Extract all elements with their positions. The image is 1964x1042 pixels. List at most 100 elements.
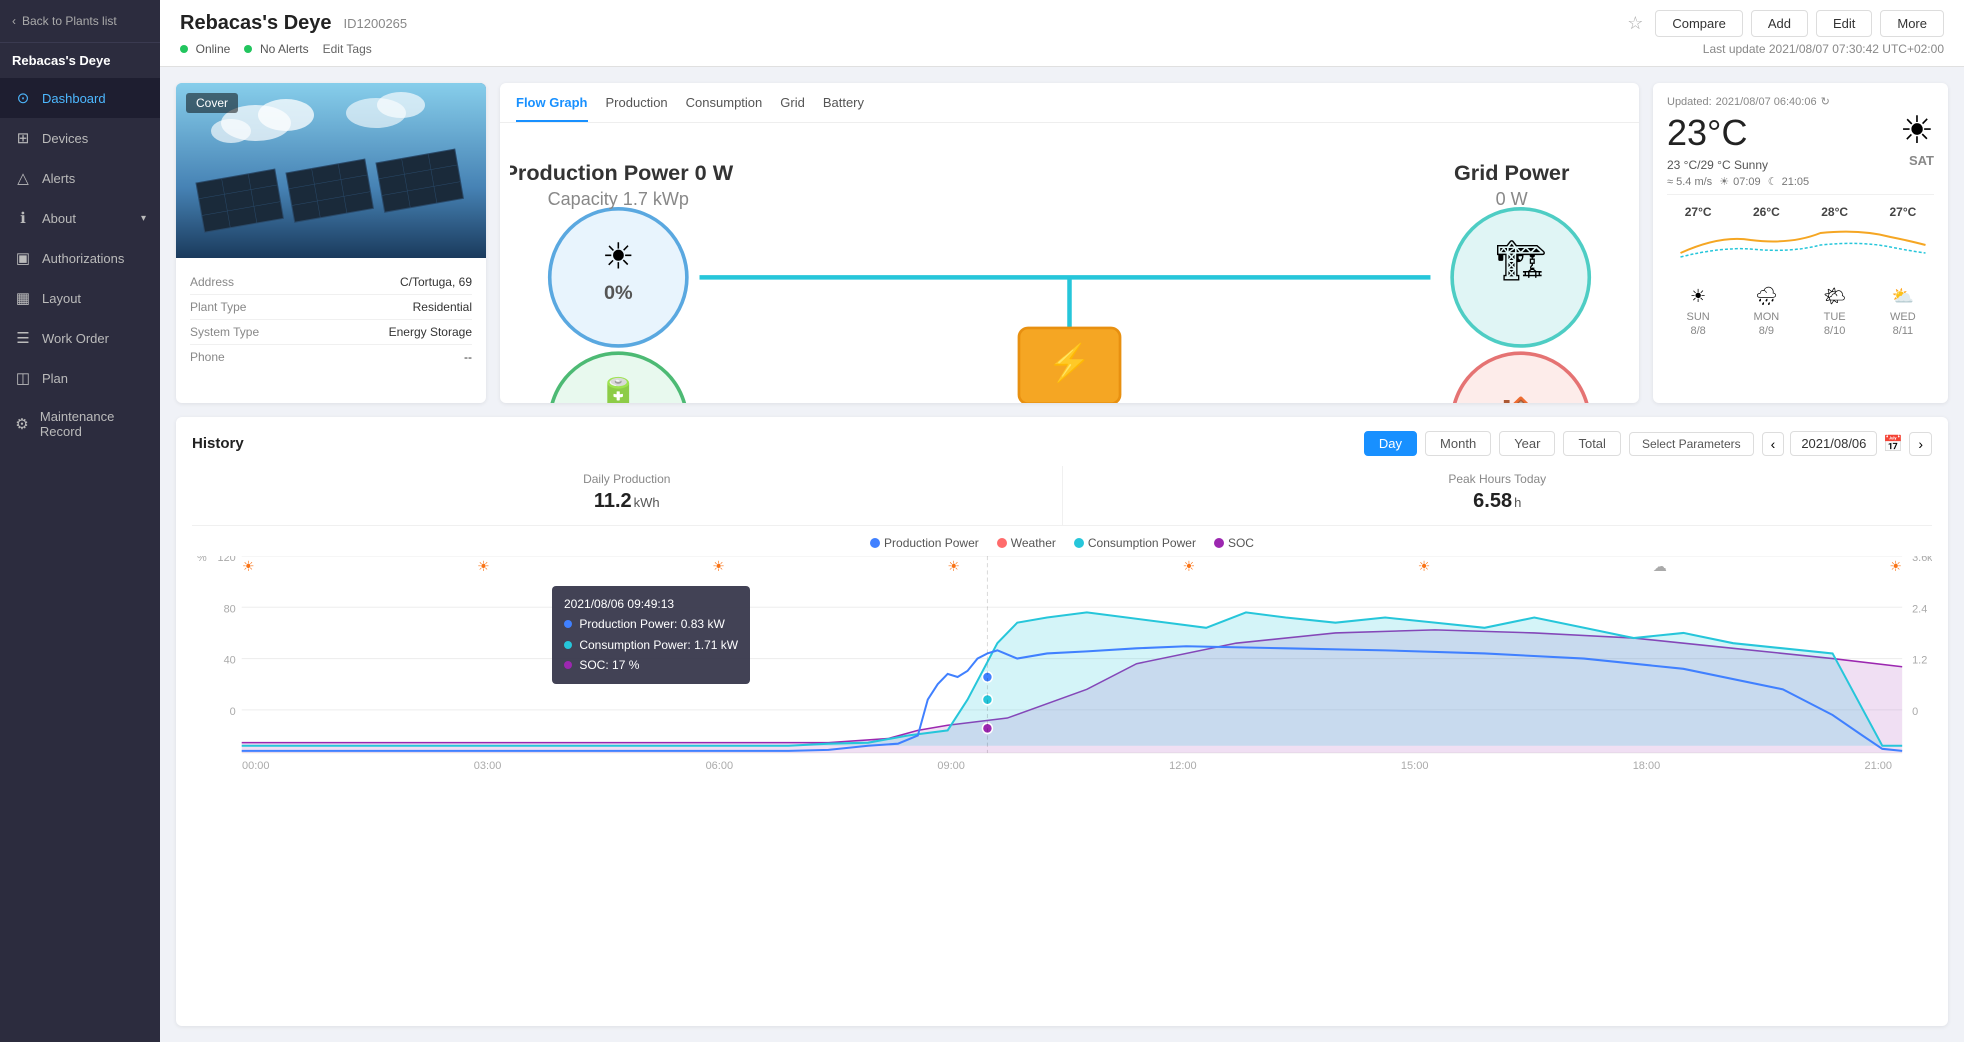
work-order-icon: ☰ [14, 329, 32, 347]
date-navigation: ‹ 2021/08/06 📅 › [1762, 431, 1932, 456]
weather-main: 23°C 23 °C/29 °C Sunny ≈ 5.4 m/s ☀07:09 … [1667, 108, 1934, 188]
sidebar-plant-name: Rebacas's Deye [0, 43, 160, 78]
legend-weather: Weather [997, 536, 1056, 550]
phone-row: Phone -- [190, 345, 472, 369]
forecast-2: 🌤 TUE 8/10 [1804, 284, 1866, 337]
layout-icon: ▦ [14, 289, 32, 307]
cloud-icon-1: ☁ [1653, 558, 1667, 575]
sidebar-item-dashboard[interactable]: ⊙ Dashboard [0, 78, 160, 118]
legend-production: Production Power [870, 536, 979, 550]
sidebar-item-plan[interactable]: ◫ Plan [0, 358, 160, 398]
weather-forecast-temps: 27°C 26°C 28°C 27°C [1667, 205, 1934, 219]
sidebar-item-devices[interactable]: ⊞ Devices [0, 118, 160, 158]
plan-icon: ◫ [14, 369, 32, 387]
alerts-icon: △ [14, 169, 32, 187]
period-year-button[interactable]: Year [1499, 431, 1555, 456]
history-controls: Day Month Year Total Select Parameters ‹… [1364, 431, 1932, 456]
legend-dot-consumption [1074, 538, 1084, 548]
address-row: Address C/Tortuga, 69 [190, 270, 472, 295]
sidebar-item-layout[interactable]: ▦ Layout [0, 278, 160, 318]
back-arrow-icon: ‹ [12, 14, 16, 28]
alerts-status: No Alerts [244, 41, 308, 56]
edit-button[interactable]: Edit [1816, 10, 1872, 37]
select-parameters-button[interactable]: Select Parameters [1629, 432, 1754, 456]
daily-production-stat: Daily Production 11.2kWh [192, 466, 1062, 525]
sidebar-item-maintenance[interactable]: ⚙ Maintenance Record [0, 398, 160, 450]
svg-text:🏠: 🏠 [1496, 396, 1545, 403]
svg-text:0%: 0% [604, 282, 633, 304]
sidebar: ‹ Back to Plants list Rebacas's Deye ⊙ D… [0, 0, 160, 1042]
chevron-down-icon: ▾ [141, 213, 146, 224]
tab-grid[interactable]: Grid [780, 95, 805, 122]
plant-title: Rebacas's Deye [180, 12, 332, 35]
svg-text:120: 120 [217, 556, 235, 564]
about-icon: ℹ [14, 209, 32, 227]
maintenance-icon: ⚙ [14, 415, 30, 433]
peak-hours-stat: Peak Hours Today 6.58h [1062, 466, 1933, 525]
sun-icon-2: ☀ [477, 558, 490, 575]
authorizations-icon: ▣ [14, 249, 32, 267]
svg-text:☀: ☀ [602, 235, 634, 276]
tab-flow-graph[interactable]: Flow Graph [516, 95, 588, 122]
forecast-temp-1: 26°C [1735, 205, 1797, 219]
forecast-icon-1: 🌧 [1755, 286, 1778, 307]
period-total-button[interactable]: Total [1563, 431, 1620, 456]
calendar-icon[interactable]: 📅 [1883, 434, 1903, 454]
sun-icon-7: ☀ [1889, 558, 1902, 575]
forecast-1: 🌧 MON 8/9 [1735, 284, 1797, 337]
devices-icon: ⊞ [14, 129, 32, 147]
plant-id: ID1200265 [344, 16, 408, 31]
alerts-dot [244, 45, 252, 53]
svg-text:🔋: 🔋 [594, 377, 643, 403]
stats-row: Daily Production 11.2kWh Peak Hours Toda… [192, 466, 1932, 526]
forecast-temp-2: 28°C [1804, 205, 1866, 219]
sun-icon-5: ☀ [1183, 558, 1196, 575]
forecast-0: ☀ SUN 8/8 [1667, 284, 1729, 337]
plant-details: Address C/Tortuga, 69 Plant Type Residen… [176, 258, 486, 381]
sidebar-item-about[interactable]: ℹ About ▾ [0, 198, 160, 238]
history-title: History [192, 435, 244, 452]
x-axis-labels: 00:00 03:00 06:00 09:00 12:00 15:00 18:0… [192, 756, 1932, 772]
period-month-button[interactable]: Month [1425, 431, 1491, 456]
weather-icons-row: ☀ ☀ ☀ ☀ ☀ ☀ ☁ ☀ [242, 558, 1902, 575]
svg-text:🏗: 🏗 [1496, 239, 1546, 283]
dashboard-icon: ⊙ [14, 89, 32, 107]
weather-wind-info: ≈ 5.4 m/s ☀07:09 ☾21:05 [1667, 175, 1809, 188]
svg-text:%: % [197, 556, 207, 564]
forecast-temp-0: 27°C [1667, 205, 1729, 219]
tab-battery[interactable]: Battery [823, 95, 864, 122]
legend-dot-production [870, 538, 880, 548]
history-header: History Day Month Year Total Select Para… [192, 431, 1932, 456]
plant-cover-image: Cover [176, 83, 486, 258]
svg-text:⚡: ⚡ [1047, 342, 1092, 385]
current-date-display: 2021/08/06 [1790, 431, 1877, 456]
back-to-plants-button[interactable]: ‹ Back to Plants list [0, 0, 160, 43]
compare-button[interactable]: Compare [1655, 10, 1742, 37]
sidebar-item-authorizations[interactable]: ▣ Authorizations [0, 238, 160, 278]
add-button[interactable]: Add [1751, 10, 1808, 37]
weather-forecast-icons: ☀ SUN 8/8 🌧 MON 8/9 🌤 TUE 8/10 [1667, 284, 1934, 337]
last-update-text: Last update 2021/08/07 07:30:42 UTC+02:0… [1703, 42, 1944, 56]
cover-label: Cover [186, 93, 238, 113]
svg-text:2.4: 2.4 [1912, 603, 1927, 615]
weather-temperature: 23°C [1667, 112, 1809, 154]
forecast-3: ⛅ WED 8/11 [1872, 284, 1934, 337]
online-dot [180, 45, 188, 53]
more-button[interactable]: More [1880, 10, 1944, 37]
forecast-temp-3: 27°C [1872, 205, 1934, 219]
next-date-button[interactable]: › [1909, 432, 1932, 456]
sun-icon-6: ☀ [1418, 558, 1431, 575]
sidebar-item-work-order[interactable]: ☰ Work Order [0, 318, 160, 358]
weather-day-label: SAT [1900, 153, 1934, 168]
sidebar-item-alerts[interactable]: △ Alerts [0, 158, 160, 198]
tab-consumption[interactable]: Consumption [686, 95, 763, 122]
edit-tags-link[interactable]: Edit Tags [323, 42, 372, 56]
legend-dot-weather [997, 538, 1007, 548]
period-day-button[interactable]: Day [1364, 431, 1417, 456]
svg-text:0: 0 [1912, 706, 1918, 718]
sun-icon-1: ☀ [242, 558, 255, 575]
tab-production[interactable]: Production [606, 95, 668, 122]
prev-date-button[interactable]: ‹ [1762, 432, 1785, 456]
favorite-icon[interactable]: ☆ [1627, 13, 1643, 34]
sun-icon-4: ☀ [947, 558, 960, 575]
